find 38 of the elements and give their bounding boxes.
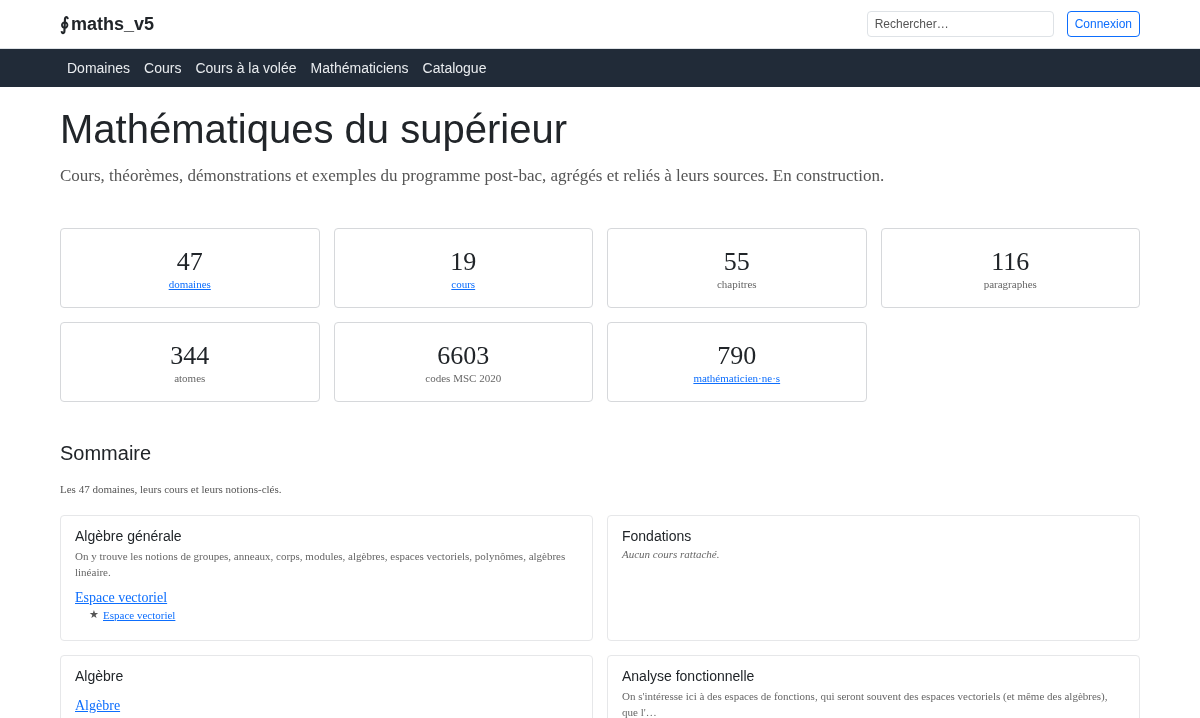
section-title: Sommaire	[60, 442, 153, 465]
domain-description: On s'intéresse ici à des espaces de fonctions, qui seront souvent des espaces vectoriels (et même des algèbres), que l'…	[622, 689, 1109, 718]
section-intro: Les 47 domaines, leurs cours et leurs notions-clés.	[60, 483, 283, 495]
page-subtitle: Cours, théorèmes, démonstrations et exemples du programme post-bac, agrégés et reliés à leurs sources. En construction.	[60, 166, 886, 186]
nav-link[interactable]: Domaines	[60, 60, 138, 76]
stat-value: 19	[450, 246, 477, 278]
domain-title: Algèbre	[75, 668, 125, 684]
stat-label: paragraphes	[983, 278, 1037, 290]
domain-title: Analyse fonctionnelle	[622, 668, 756, 684]
course-link[interactable]: Espace vectoriel	[75, 590, 168, 606]
star-icon: ★	[89, 608, 99, 621]
stat-label: chapitres	[716, 278, 757, 290]
stat-value: 55	[723, 246, 750, 278]
stat-value: 6603	[437, 340, 490, 372]
nav-link[interactable]: Catalogue	[415, 60, 494, 76]
site-name[interactable]: maths_v5	[71, 13, 155, 35]
domain-description: On y trouve les notions de groupes, anneaux, corps, modules, algèbres, espaces vectoriels, polynômes, algèbres linéaire.	[75, 549, 567, 580]
nav-link[interactable]: Cours	[137, 60, 189, 76]
stat-link[interactable]: cours	[451, 278, 476, 290]
empty-note: Aucun cours rattaché.	[622, 548, 721, 560]
search-field[interactable]: Rechercher…	[866, 11, 1054, 37]
stat-label: codes MSC 2020	[425, 372, 502, 384]
stat-value: 116	[991, 246, 1030, 278]
login-button[interactable]: Connexion	[1066, 11, 1140, 37]
stat-link[interactable]: domaines	[168, 278, 211, 290]
domain-title: Algèbre générale	[75, 528, 183, 544]
nav-link[interactable]: Mathématiciens	[303, 60, 416, 76]
stat-value: 47	[176, 246, 203, 278]
stat-value: 790	[717, 340, 757, 372]
page-title: Mathématiques du supérieur	[60, 107, 568, 152]
course-link[interactable]: Algèbre	[75, 698, 121, 714]
stat-value: 344	[170, 340, 210, 372]
stat-link[interactable]: mathématicien·ne·s	[693, 372, 781, 384]
notion-link[interactable]: Espace vectoriel	[103, 608, 176, 621]
logo-icon: ∮	[60, 13, 69, 35]
domain-title: Fondations	[622, 528, 693, 544]
stat-label: atomes	[174, 372, 206, 384]
nav-link[interactable]: Cours à la volée	[188, 60, 304, 76]
